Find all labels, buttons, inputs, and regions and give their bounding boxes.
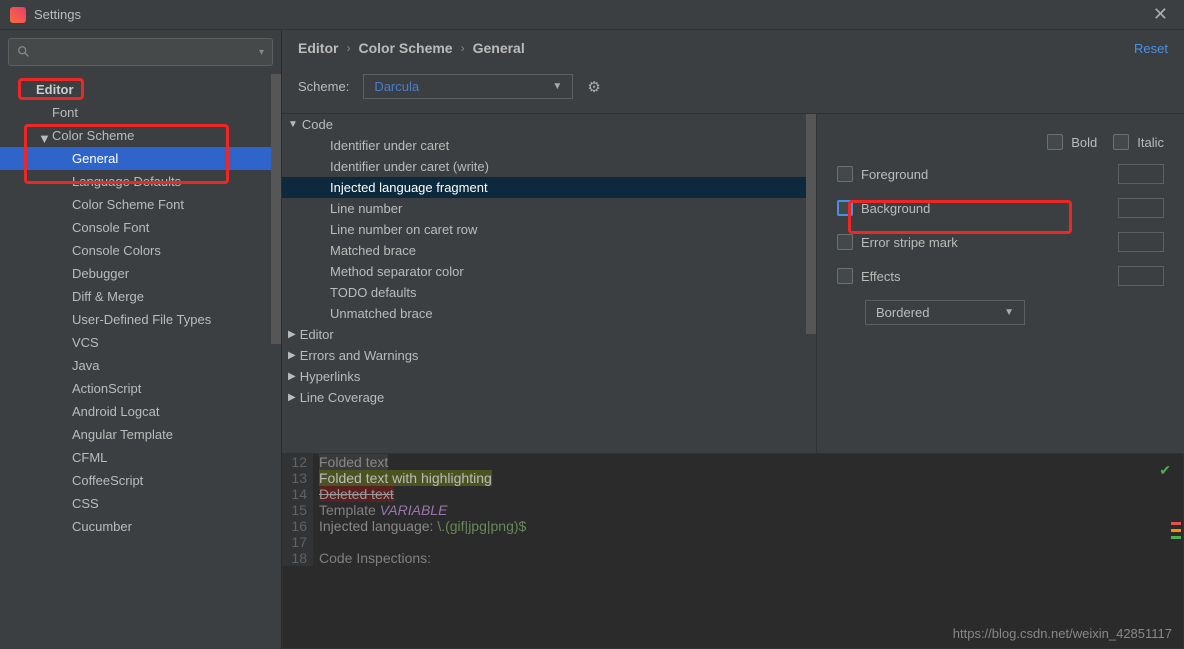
sidebar-item-cfml[interactable]: CFML (0, 446, 281, 469)
line-number: 15 (283, 502, 313, 518)
preview-line: 18Code Inspections: (283, 550, 1183, 566)
sidebar-item-language-defaults[interactable]: Language Defaults (0, 170, 281, 193)
preview-line: 16Injected language: \.(gif|jpg|png)$ (283, 518, 1183, 534)
watermark: https://blog.csdn.net/weixin_42851117 (953, 626, 1172, 641)
preview-line: 12Folded text (283, 454, 1183, 470)
chevron-down-icon: ▼ (552, 81, 562, 92)
chevron-right-icon: › (461, 41, 465, 55)
sidebar-item-angular-template[interactable]: Angular Template (0, 423, 281, 446)
triangle-right-icon: ▶ (288, 392, 296, 403)
line-number: 16 (283, 518, 313, 534)
preview-line: 15Template VARIABLE (283, 502, 1183, 518)
background-color[interactable] (1118, 198, 1164, 218)
sidebar-item-console-colors[interactable]: Console Colors (0, 239, 281, 262)
triangle-down-icon: ▼ (38, 131, 48, 141)
cat-group-errors-and-warnings[interactable]: ▶Errors and Warnings (282, 345, 816, 366)
window-title: Settings (34, 7, 81, 22)
search-input[interactable]: ▾ (8, 38, 273, 66)
close-icon[interactable]: ✕ (1147, 4, 1174, 25)
sidebar: ▾ Editor Font▼Color SchemeGeneralLanguag… (0, 30, 282, 649)
chevron-right-icon: › (346, 41, 350, 55)
cat-item-unmatched-brace[interactable]: Unmatched brace (282, 303, 816, 324)
cat-item-identifier-under-caret[interactable]: Identifier under caret (282, 135, 816, 156)
foreground-color[interactable] (1118, 164, 1164, 184)
sidebar-item-android-logcat[interactable]: Android Logcat (0, 400, 281, 423)
sidebar-item-cucumber[interactable]: Cucumber (0, 515, 281, 538)
cat-item-injected-language-fragment[interactable]: Injected language fragment (282, 177, 816, 198)
cat-item-line-number[interactable]: Line number (282, 198, 816, 219)
scheme-select[interactable]: Darcula ▼ (363, 74, 573, 99)
italic-checkbox[interactable]: Italic (1113, 134, 1164, 150)
preview-line: 14Deleted text (283, 486, 1183, 502)
bold-checkbox[interactable]: Bold (1047, 134, 1097, 150)
preview-line: 17 (283, 534, 1183, 550)
foreground-checkbox[interactable]: Foreground (837, 166, 928, 182)
sidebar-item-diff-merge[interactable]: Diff & Merge (0, 285, 281, 308)
sidebar-item-java[interactable]: Java (0, 354, 281, 377)
cat-item-method-separator-color[interactable]: Method separator color (282, 261, 816, 282)
errorstripe-color[interactable] (1118, 232, 1164, 252)
sidebar-item-actionscript[interactable]: ActionScript (0, 377, 281, 400)
sidebar-item-color-scheme-font[interactable]: Color Scheme Font (0, 193, 281, 216)
sidebar-item-general[interactable]: General (0, 147, 281, 170)
effects-color[interactable] (1118, 266, 1164, 286)
errorstripe-checkbox[interactable]: Error stripe mark (837, 234, 958, 250)
sidebar-item-vcs[interactable]: VCS (0, 331, 281, 354)
triangle-right-icon: ▶ (288, 329, 296, 340)
effects-checkbox[interactable]: Effects (837, 268, 901, 284)
scheme-label: Scheme: (298, 79, 349, 94)
line-number: 18 (283, 550, 313, 566)
line-number: 13 (283, 470, 313, 486)
sidebar-item-coffeescript[interactable]: CoffeeScript (0, 469, 281, 492)
sidebar-item-editor[interactable]: Editor (0, 78, 281, 101)
breadcrumb-colorscheme[interactable]: Color Scheme (358, 40, 452, 56)
triangle-down-icon: ▼ (288, 119, 298, 130)
cat-item-todo-defaults[interactable]: TODO defaults (282, 282, 816, 303)
preview-editor[interactable]: ✔ 12Folded text13Folded text with highli… (282, 453, 1184, 649)
settings-tree: Editor Font▼Color SchemeGeneralLanguage … (0, 74, 281, 649)
search-icon (17, 45, 31, 59)
reset-link[interactable]: Reset (1134, 41, 1168, 56)
preview-line: 13Folded text with highlighting (283, 470, 1183, 486)
chevron-down-icon[interactable]: ▾ (259, 47, 264, 58)
scheme-row: Scheme: Darcula ▼ ⚙ (282, 66, 1184, 113)
sidebar-item-font[interactable]: Font (0, 101, 281, 124)
cat-item-identifier-under-caret-write-[interactable]: Identifier under caret (write) (282, 156, 816, 177)
line-number: 14 (283, 486, 313, 502)
cat-group-line-coverage[interactable]: ▶Line Coverage (282, 387, 816, 408)
sidebar-item-css[interactable]: CSS (0, 492, 281, 515)
breadcrumb: Editor › Color Scheme › General Reset (282, 30, 1184, 66)
check-icon: ✔ (1159, 462, 1171, 479)
sidebar-item-color-scheme[interactable]: ▼Color Scheme (0, 124, 281, 147)
line-number: 17 (283, 534, 313, 550)
cat-item-matched-brace[interactable]: Matched brace (282, 240, 816, 261)
sidebar-item-user-defined-file-types[interactable]: User-Defined File Types (0, 308, 281, 331)
content-pane: Editor › Color Scheme › General Reset Sc… (282, 30, 1184, 649)
chevron-down-icon: ▼ (1004, 307, 1014, 318)
breadcrumb-general[interactable]: General (473, 40, 525, 56)
background-checkbox[interactable]: Background (837, 200, 930, 216)
cat-item-line-number-on-caret-row[interactable]: Line number on caret row (282, 219, 816, 240)
sidebar-item-debugger[interactable]: Debugger (0, 262, 281, 285)
gear-icon[interactable]: ⚙ (587, 78, 600, 96)
titlebar: Settings ✕ (0, 0, 1184, 30)
cat-code[interactable]: ▼ Code (282, 114, 816, 135)
line-number: 12 (283, 454, 313, 470)
triangle-right-icon: ▶ (288, 371, 296, 382)
scrollbar[interactable] (806, 114, 816, 334)
cat-group-hyperlinks[interactable]: ▶Hyperlinks (282, 366, 816, 387)
search-field[interactable] (37, 45, 259, 59)
cat-group-editor[interactable]: ▶Editor (282, 324, 816, 345)
effects-select[interactable]: Bordered ▼ (865, 300, 1025, 325)
gutter-marks (1171, 522, 1181, 539)
category-tree: ▼ Code Identifier under caretIdentifier … (282, 114, 817, 453)
scrollbar[interactable] (271, 74, 281, 344)
sidebar-item-console-font[interactable]: Console Font (0, 216, 281, 239)
triangle-right-icon: ▶ (288, 350, 296, 361)
properties-pane: Bold Italic Foreground Background Error … (817, 114, 1184, 453)
app-icon (10, 7, 26, 23)
breadcrumb-editor[interactable]: Editor (298, 40, 338, 56)
